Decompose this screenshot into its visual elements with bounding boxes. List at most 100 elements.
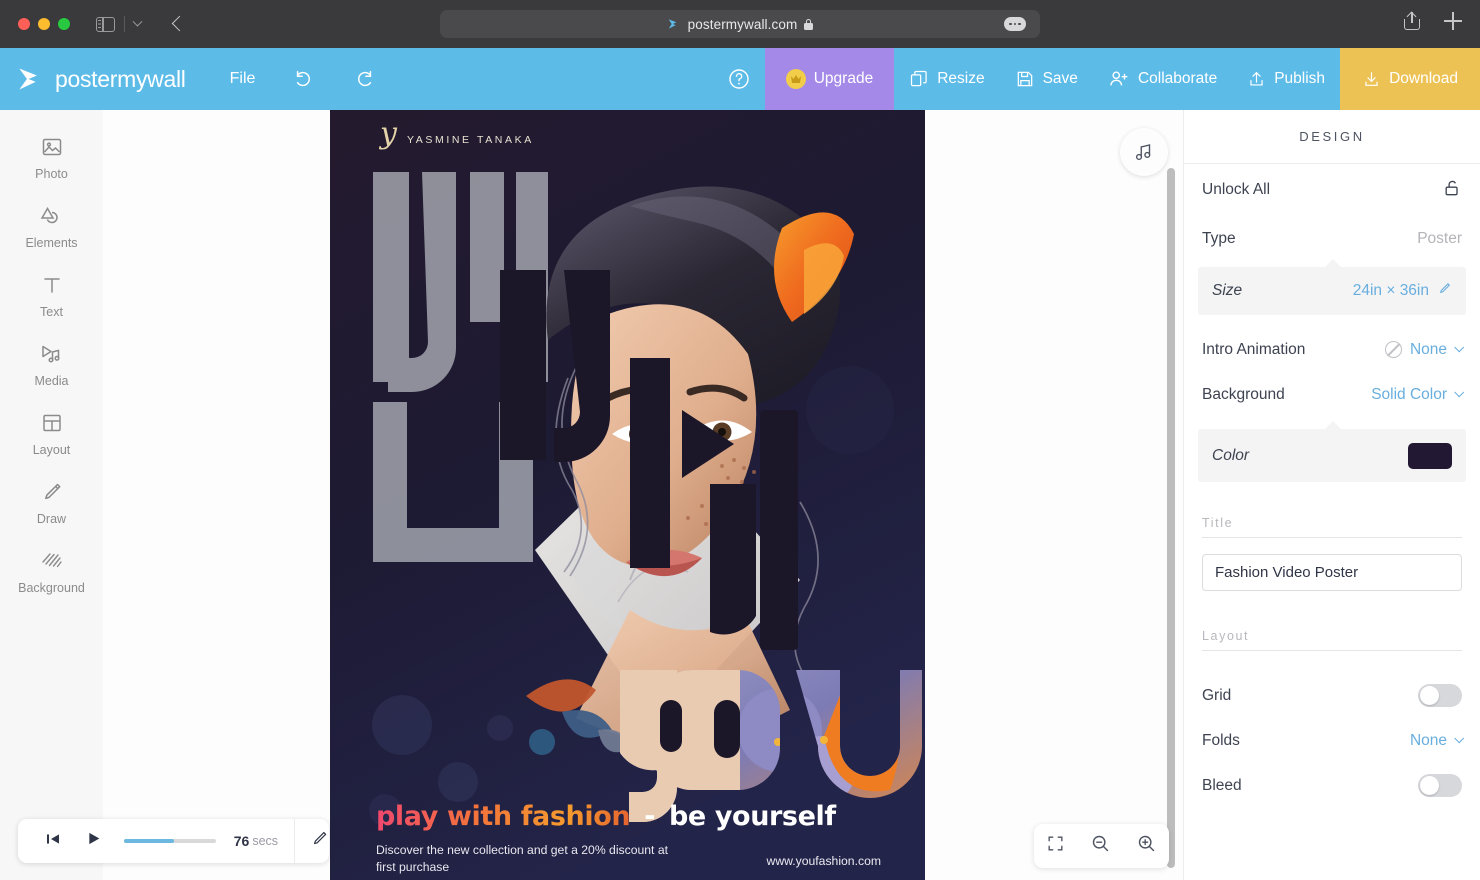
layout-section-label: Layout bbox=[1202, 629, 1250, 643]
color-row[interactable]: Color bbox=[1198, 421, 1466, 482]
save-button[interactable]: Save bbox=[1000, 48, 1093, 110]
designer-script: y bbox=[380, 116, 397, 151]
section-divider bbox=[1202, 537, 1462, 538]
skip-to-start-icon[interactable] bbox=[44, 831, 62, 852]
sidebar-label: Photo bbox=[35, 167, 68, 181]
zoom-out-icon[interactable] bbox=[1090, 833, 1111, 859]
tagline-white: be yourself bbox=[669, 801, 836, 832]
chevron-down-icon[interactable] bbox=[1454, 733, 1465, 744]
text-icon bbox=[39, 272, 65, 298]
duration-unit: secs bbox=[252, 834, 279, 848]
save-label: Save bbox=[1042, 70, 1078, 87]
poster-artwork bbox=[330, 110, 925, 880]
crown-icon bbox=[785, 69, 806, 89]
sidebar-label: Layout bbox=[32, 443, 71, 457]
title-section: Title Fashion Video Poster bbox=[1184, 516, 1480, 591]
canvas-scrollbar[interactable] bbox=[1167, 168, 1175, 868]
bleed-toggle[interactable] bbox=[1418, 774, 1462, 797]
title-input[interactable]: Fashion Video Poster bbox=[1202, 554, 1462, 591]
share-icon[interactable] bbox=[1404, 11, 1420, 30]
sidebar-item-photo[interactable]: Photo bbox=[0, 110, 103, 181]
photo-icon bbox=[39, 134, 65, 160]
sidebar-toggle-icon[interactable] bbox=[96, 16, 143, 32]
maximize-window-button[interactable] bbox=[58, 18, 70, 30]
plus-icon[interactable] bbox=[1444, 12, 1462, 30]
edit-pencil-icon[interactable] bbox=[310, 829, 329, 853]
save-icon bbox=[1017, 71, 1032, 87]
poster-tagline: play with fashion - be yourself bbox=[376, 801, 836, 832]
toolbar-actions: Upgrade Resize Save Collaborate Publish … bbox=[713, 48, 1480, 110]
sidebar-item-media[interactable]: Media bbox=[0, 319, 103, 388]
chevron-down-icon[interactable] bbox=[132, 16, 143, 27]
color-label: Color bbox=[1212, 446, 1250, 464]
back-arrow-icon[interactable] bbox=[169, 16, 185, 32]
draw-icon bbox=[39, 479, 65, 505]
size-row[interactable]: Size 24in × 36in bbox=[1198, 259, 1466, 315]
canvas-area[interactable]: y YASMINE TANAKA play with fashion - be … bbox=[103, 110, 1183, 880]
fit-to-screen-icon[interactable] bbox=[1046, 834, 1065, 858]
brand-logo[interactable]: postermywall bbox=[16, 65, 186, 93]
upgrade-button[interactable]: Upgrade bbox=[764, 48, 895, 110]
zoom-controls bbox=[1034, 824, 1169, 868]
redo-icon[interactable] bbox=[353, 68, 375, 90]
bleed-row[interactable]: Bleed bbox=[1184, 763, 1480, 808]
color-swatch[interactable] bbox=[1408, 442, 1452, 469]
minimize-window-button[interactable] bbox=[38, 18, 50, 30]
sidebar-item-background[interactable]: Background bbox=[0, 526, 103, 595]
folds-value: None bbox=[1409, 731, 1447, 749]
grid-row[interactable]: Grid bbox=[1184, 673, 1480, 718]
zoom-in-icon[interactable] bbox=[1136, 833, 1157, 859]
design-panel: DESIGN Unlock All Type Poster Size 24in … bbox=[1183, 110, 1480, 880]
poster-canvas[interactable]: y YASMINE TANAKA play with fashion - be … bbox=[330, 110, 925, 880]
download-label: Download bbox=[1389, 70, 1458, 87]
brand-name: postermywall bbox=[55, 65, 186, 92]
publish-button[interactable]: Publish bbox=[1232, 48, 1340, 110]
sidebar-label: Media bbox=[34, 374, 69, 388]
resize-button[interactable]: Resize bbox=[894, 48, 999, 110]
close-window-button[interactable] bbox=[18, 18, 30, 30]
upgrade-label: Upgrade bbox=[813, 70, 874, 87]
file-menu-button[interactable]: File bbox=[230, 70, 256, 88]
grid-toggle[interactable] bbox=[1418, 684, 1462, 707]
music-note-icon bbox=[1135, 144, 1151, 161]
address-bar[interactable]: postermywall.com bbox=[440, 10, 1040, 38]
background-row[interactable]: Background Solid Color bbox=[1184, 372, 1480, 417]
background-value: Solid Color bbox=[1371, 385, 1447, 403]
sidebar-item-layout[interactable]: Layout bbox=[0, 388, 103, 457]
sidebar-item-text[interactable]: Text bbox=[0, 250, 103, 319]
background-icon bbox=[39, 548, 65, 574]
music-button[interactable] bbox=[1120, 128, 1168, 176]
chevron-down-icon[interactable] bbox=[1454, 387, 1465, 398]
background-label: Background bbox=[1202, 385, 1285, 403]
sidebar-item-elements[interactable]: Elements bbox=[0, 181, 103, 250]
more-options-icon[interactable] bbox=[1004, 17, 1026, 31]
folds-row[interactable]: Folds None bbox=[1184, 718, 1480, 763]
panel-title: DESIGN bbox=[1184, 110, 1480, 164]
sidebar-label: Elements bbox=[25, 236, 78, 250]
logo-icon bbox=[19, 68, 37, 90]
intro-animation-row[interactable]: Intro Animation None bbox=[1184, 327, 1480, 372]
unlock-icon[interactable] bbox=[1442, 177, 1462, 204]
help-button[interactable] bbox=[713, 48, 765, 110]
chevron-down-icon[interactable] bbox=[1454, 342, 1465, 353]
sidebar-item-draw[interactable]: Draw bbox=[0, 457, 103, 526]
designer-name: YASMINE TANAKA bbox=[406, 134, 534, 146]
folds-label: Folds bbox=[1202, 731, 1240, 749]
unlock-all-label: Unlock All bbox=[1202, 181, 1271, 198]
edit-pencil-icon[interactable] bbox=[1437, 281, 1452, 301]
playback-progress-track[interactable] bbox=[124, 839, 216, 843]
undo-icon[interactable] bbox=[293, 68, 315, 90]
duration-value: 76 bbox=[233, 833, 250, 849]
layout-icon bbox=[39, 410, 65, 436]
poster-designer: y YASMINE TANAKA bbox=[380, 116, 534, 151]
app-root: postermywall.com postermywall File Upgra… bbox=[0, 0, 1480, 880]
sidebar-label: Draw bbox=[36, 512, 67, 526]
collaborate-button[interactable]: Collaborate bbox=[1093, 48, 1232, 110]
download-button[interactable]: Download bbox=[1340, 48, 1480, 110]
unlock-all-row[interactable]: Unlock All bbox=[1184, 164, 1480, 216]
publish-label: Publish bbox=[1274, 70, 1326, 87]
window-traffic-lights[interactable] bbox=[18, 18, 70, 30]
poster-website: www.youfashion.com bbox=[766, 854, 881, 868]
play-icon[interactable] bbox=[86, 830, 102, 852]
playback-progress-fill bbox=[124, 839, 175, 843]
